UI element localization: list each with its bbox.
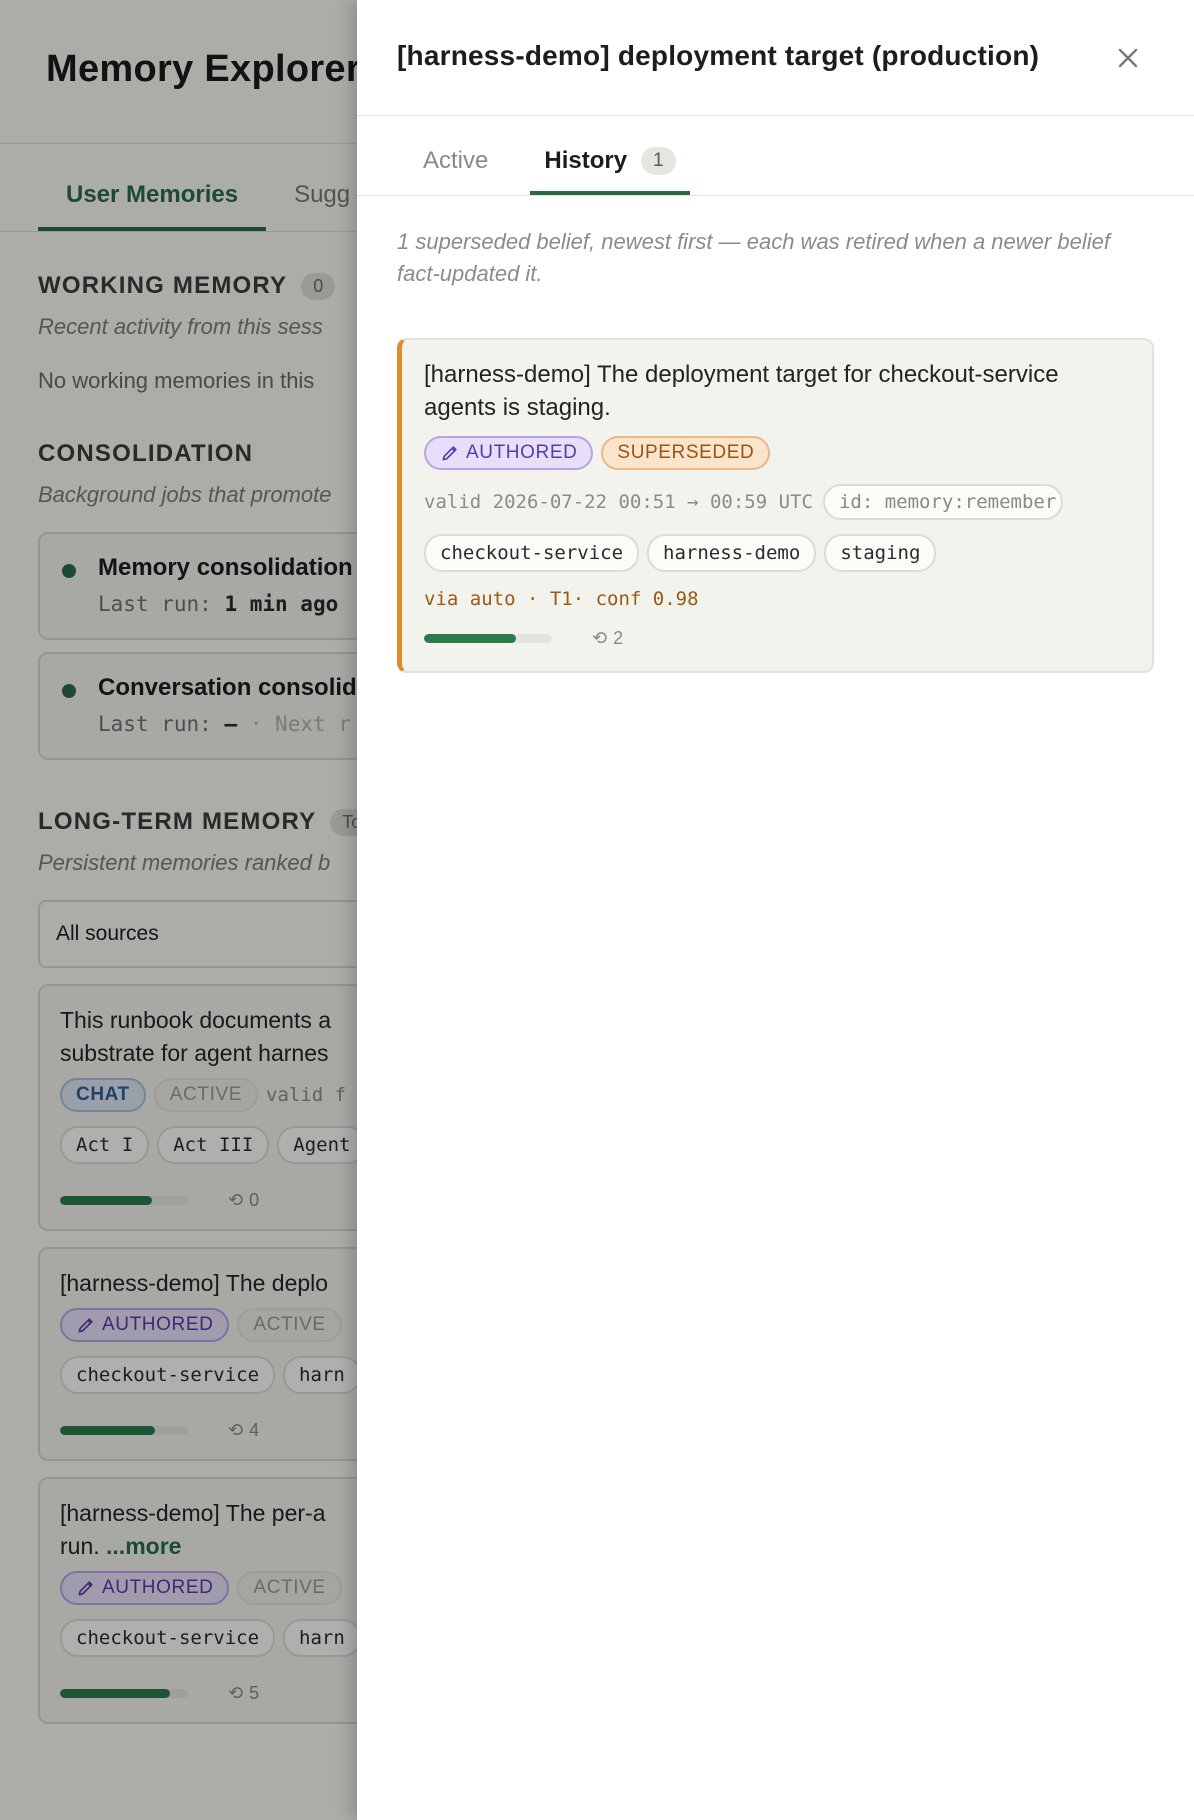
- reuse-count: 2: [613, 628, 624, 648]
- tag-chip[interactable]: staging: [824, 534, 937, 572]
- tab-active[interactable]: Active: [409, 147, 502, 195]
- validity-text: valid 2026-07-22 00:51 → 00:59 UTC: [424, 491, 813, 513]
- tab-history[interactable]: History 1: [530, 147, 690, 195]
- close-icon: [1118, 48, 1138, 68]
- drawer-tabs: Active History 1: [357, 116, 1194, 196]
- tag-chip[interactable]: harness-demo: [647, 534, 817, 572]
- authored-badge: AUTHORED: [466, 442, 578, 463]
- provenance-text: via auto · T1· conf 0.98: [424, 588, 699, 610]
- confidence-bar-fill: [424, 634, 517, 643]
- history-card[interactable]: [harness-demo] The deployment target for…: [397, 338, 1154, 673]
- pencil-icon: [442, 446, 457, 461]
- history-note: 1 superseded belief, newest first — each…: [397, 229, 1110, 286]
- history-count: 1: [641, 147, 676, 175]
- memory-detail-drawer: [harness-demo] deployment target (produc…: [357, 0, 1194, 1820]
- drawer-header: [harness-demo] deployment target (produc…: [357, 0, 1194, 116]
- superseded-badge: SUPERSEDED: [601, 436, 771, 470]
- confidence-bar: [424, 634, 552, 643]
- close-button[interactable]: [1112, 42, 1144, 74]
- memory-id[interactable]: id: memory:remember: [822, 484, 1063, 520]
- drawer-body: 1 superseded belief, newest first — each…: [357, 196, 1194, 673]
- tag-chip[interactable]: checkout-service: [424, 534, 640, 572]
- reuse-icon: ⟲: [592, 628, 608, 648]
- memory-text: [harness-demo] The deployment target for…: [424, 361, 1059, 421]
- drawer-title: [harness-demo] deployment target (produc…: [397, 40, 1040, 71]
